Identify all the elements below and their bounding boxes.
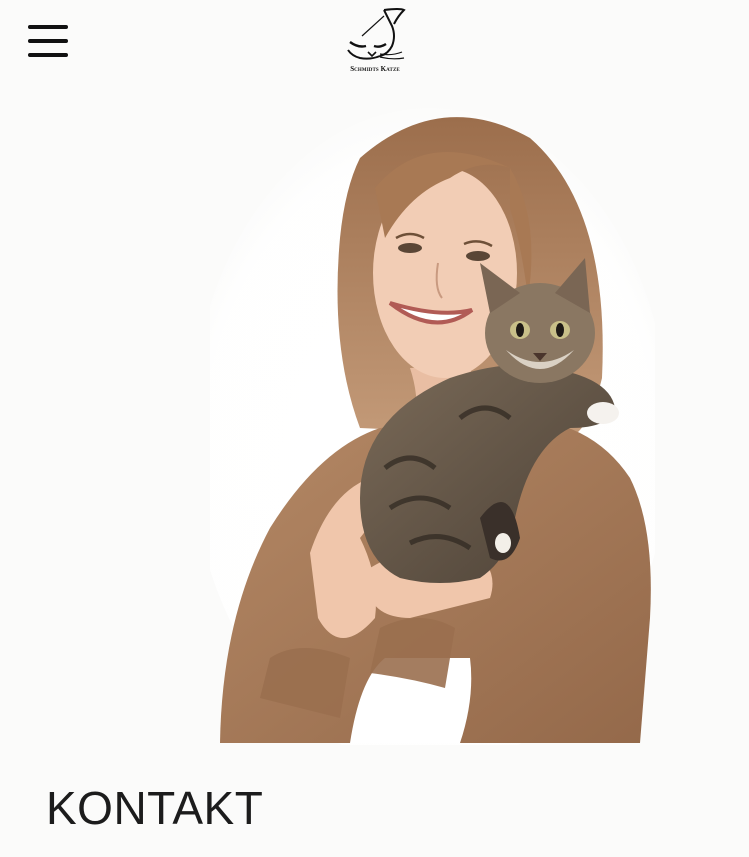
- menu-bar: [28, 25, 68, 29]
- menu-bar: [28, 39, 68, 43]
- logo-text: Schmidts Katze: [350, 65, 400, 73]
- cat-logo-icon: [347, 8, 406, 60]
- hamburger-menu-icon[interactable]: [28, 22, 68, 62]
- hero-image: [210, 108, 655, 745]
- page: Schmidts Katze KONTAKT: [0, 0, 749, 857]
- menu-bar: [28, 53, 68, 57]
- logo-link[interactable]: Schmidts Katze: [338, 6, 412, 82]
- section-heading: KONTAKT: [46, 782, 264, 834]
